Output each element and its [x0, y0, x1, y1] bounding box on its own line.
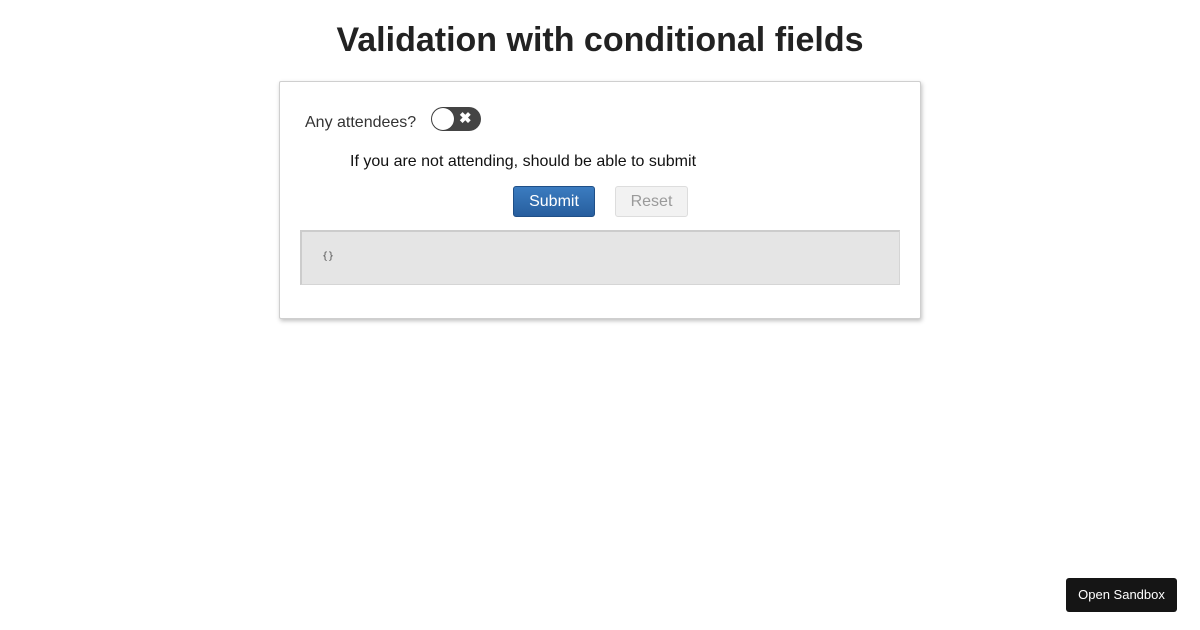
submit-button[interactable]: Submit	[513, 186, 595, 217]
form-card: Any attendees? ✖ If you are not attendin…	[279, 81, 921, 319]
hint-text: If you are not attending, should be able…	[350, 153, 697, 170]
toggle-knob	[432, 108, 454, 130]
values-output: {}	[300, 230, 900, 285]
attendees-label: Any attendees?	[305, 114, 417, 131]
values-output-text: {}	[322, 251, 335, 262]
reset-button[interactable]: Reset	[615, 186, 688, 217]
page-title: Validation with conditional fields	[336, 21, 864, 59]
attendees-toggle[interactable]: ✖	[431, 107, 481, 131]
close-icon: ✖	[459, 110, 472, 127]
open-sandbox-button[interactable]: Open Sandbox	[1066, 578, 1177, 612]
